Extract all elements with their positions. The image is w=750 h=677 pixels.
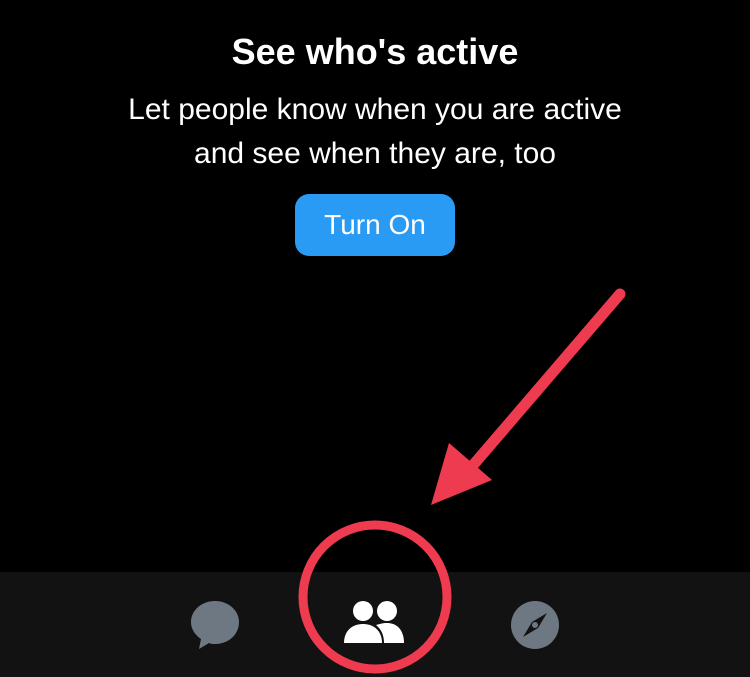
turn-on-button[interactable]: Turn On xyxy=(295,194,455,256)
subtitle-line-2: and see when they are, too xyxy=(194,137,556,170)
page-title: See who's active xyxy=(231,31,519,72)
active-status-panel: See who's active Let people know when yo… xyxy=(0,0,750,572)
tab-chats[interactable] xyxy=(155,572,275,677)
chat-bubble-icon xyxy=(191,600,239,649)
bottom-tab-bar xyxy=(0,572,750,677)
subtitle-line-1: Let people know when you are active xyxy=(128,93,622,126)
tab-people[interactable] xyxy=(314,572,434,677)
people-icon xyxy=(344,600,404,643)
page-subtitle: Let people know when you are active and … xyxy=(0,88,750,176)
compass-icon xyxy=(511,600,559,649)
tab-discover[interactable] xyxy=(475,572,595,677)
